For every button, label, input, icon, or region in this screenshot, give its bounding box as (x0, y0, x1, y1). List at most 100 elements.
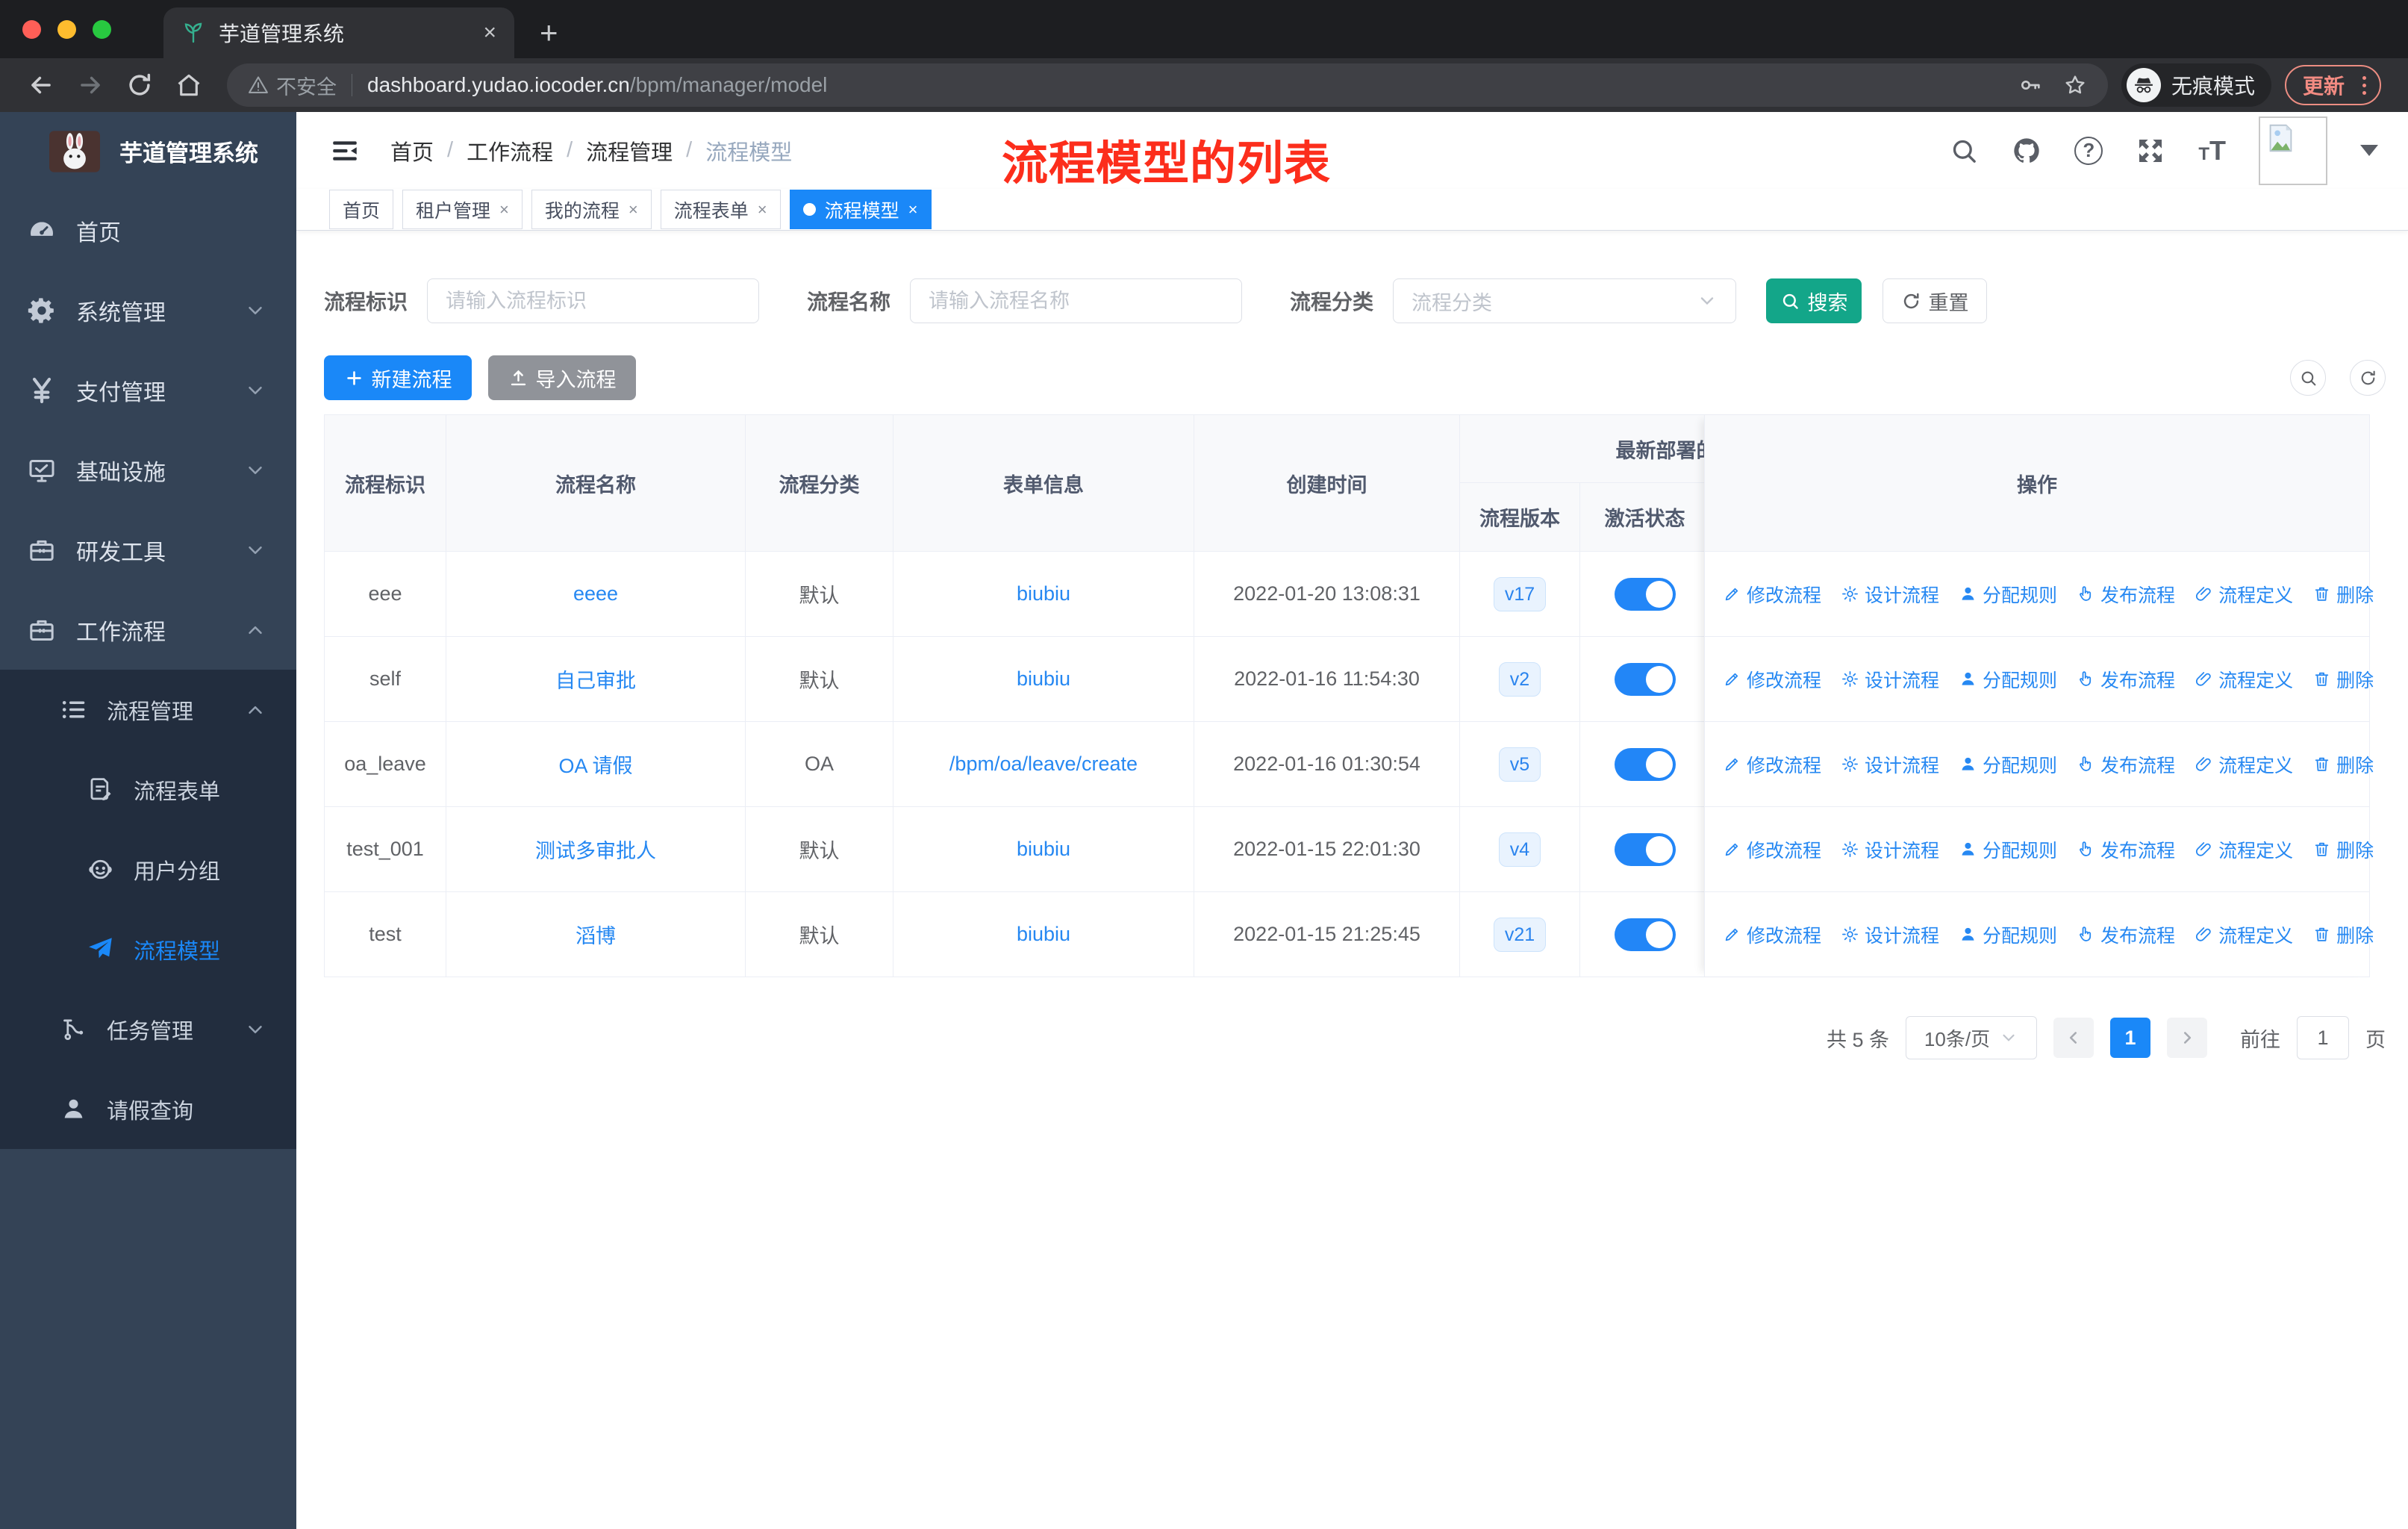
create-process-button[interactable]: 新建流程 (324, 355, 472, 400)
refresh-table-button[interactable] (2350, 360, 2386, 396)
action-修改流程[interactable]: 修改流程 (1723, 666, 1821, 693)
tag-流程表单[interactable]: 流程表单 × (660, 190, 781, 229)
breadcrumb-item[interactable]: 工作流程 (467, 135, 553, 166)
sidebar-item-支付管理[interactable]: 支付管理 (0, 350, 296, 430)
goto-page-input[interactable] (2297, 1016, 2349, 1059)
action-设计流程[interactable]: 设计流程 (1841, 581, 1939, 608)
new-tab-button[interactable]: + (540, 15, 558, 51)
sidebar-item-流程管理[interactable]: 流程管理 (0, 670, 296, 750)
next-page-button[interactable] (2167, 1018, 2207, 1058)
version-badge[interactable]: v5 (1498, 747, 1541, 782)
action-流程定义[interactable]: 流程定义 (2195, 666, 2293, 693)
action-设计流程[interactable]: 设计流程 (1841, 921, 1939, 948)
search-button[interactable]: 搜索 (1766, 278, 1862, 323)
avatar[interactable] (2259, 116, 2327, 185)
action-流程定义[interactable]: 流程定义 (2195, 921, 2293, 948)
action-分配规则[interactable]: 分配规则 (1959, 666, 2057, 693)
action-分配规则[interactable]: 分配规则 (1959, 581, 2057, 608)
action-发布流程[interactable]: 发布流程 (2077, 921, 2175, 948)
cell-version[interactable]: v2 (1460, 637, 1580, 721)
cell-process-name-link[interactable]: eeee (446, 552, 746, 636)
version-badge[interactable]: v4 (1498, 832, 1541, 867)
sidebar-item-任务管理[interactable]: 任务管理 (0, 989, 296, 1069)
cell-form-link[interactable]: biubiu (893, 637, 1194, 721)
forward-icon[interactable] (76, 71, 105, 99)
close-window-button[interactable] (22, 19, 41, 39)
action-删除[interactable]: 删除 (2312, 921, 2374, 948)
update-label[interactable]: 更新 (2303, 70, 2345, 100)
cell-version[interactable]: v21 (1460, 892, 1580, 977)
avatar-caret-down-icon[interactable] (2360, 145, 2378, 156)
page-size-select[interactable]: 10条/页 (1906, 1016, 2037, 1059)
current-page-button[interactable]: 1 (2110, 1018, 2150, 1058)
sidebar-item-首页[interactable]: 首页 (0, 190, 296, 270)
action-分配规则[interactable]: 分配规则 (1959, 751, 2057, 778)
home-icon[interactable] (175, 71, 203, 99)
maximize-window-button[interactable] (93, 19, 111, 39)
cell-process-name-link[interactable]: 测试多审批人 (446, 807, 746, 891)
action-设计流程[interactable]: 设计流程 (1841, 836, 1939, 863)
sidebar-item-系统管理[interactable]: 系统管理 (0, 270, 296, 350)
sidebar-item-请假查询[interactable]: 请假查询 (0, 1069, 296, 1149)
process-name-input[interactable] (910, 278, 1243, 323)
password-key-icon[interactable] (2018, 73, 2042, 97)
version-badge[interactable]: v21 (1493, 917, 1547, 952)
address-bar[interactable]: 不安全 dashboard.yudao.iocoder.cn /bpm/mana… (227, 63, 2108, 107)
process-category-select[interactable]: 流程分类 (1393, 278, 1737, 323)
sidebar-item-研发工具[interactable]: 研发工具 (0, 510, 296, 590)
sidebar-item-工作流程[interactable]: 工作流程 (0, 590, 296, 670)
sidebar-item-基础设施[interactable]: 基础设施 (0, 430, 296, 510)
tag-首页[interactable]: 首页 (329, 190, 394, 229)
action-发布流程[interactable]: 发布流程 (2077, 581, 2175, 608)
tag-我的流程[interactable]: 我的流程 × (531, 190, 652, 229)
action-删除[interactable]: 删除 (2312, 666, 2374, 693)
version-badge[interactable]: v2 (1498, 661, 1541, 697)
security-label[interactable]: 不安全 (276, 71, 337, 100)
sidebar-item-用户分组[interactable]: 用户分组 (0, 829, 296, 909)
cell-form-link[interactable]: biubiu (893, 892, 1194, 977)
active-switch[interactable] (1614, 918, 1676, 951)
reset-button[interactable]: 重置 (1883, 278, 1988, 323)
tag-流程模型[interactable]: 流程模型 × (789, 190, 932, 229)
version-badge[interactable]: v17 (1493, 576, 1547, 611)
back-icon[interactable] (27, 71, 55, 99)
help-icon[interactable]: ? (2074, 136, 2103, 165)
cell-form-link[interactable]: /bpm/oa/leave/create (893, 722, 1194, 806)
cell-form-link[interactable]: biubiu (893, 552, 1194, 636)
close-tag-icon[interactable]: × (758, 200, 767, 219)
active-switch[interactable] (1614, 832, 1676, 866)
prev-page-button[interactable] (2053, 1018, 2094, 1058)
sidebar-item-流程表单[interactable]: 流程表单 (0, 750, 296, 829)
active-switch[interactable] (1614, 662, 1676, 696)
close-tag-icon[interactable]: × (628, 200, 638, 219)
action-流程定义[interactable]: 流程定义 (2195, 836, 2293, 863)
tag-租户管理[interactable]: 租户管理 × (402, 190, 523, 229)
action-删除[interactable]: 删除 (2312, 581, 2374, 608)
browser-tab[interactable]: 芋道管理系统 × (163, 7, 514, 58)
reload-icon[interactable] (125, 71, 154, 99)
browser-update-button[interactable]: 更新 (2284, 65, 2381, 105)
show-search-toggle-button[interactable] (2290, 360, 2326, 396)
font-size-icon[interactable]: TT (2198, 137, 2226, 164)
action-删除[interactable]: 删除 (2312, 751, 2374, 778)
sidebar-collapse-hamburger-icon[interactable] (329, 135, 361, 166)
sidebar-item-流程模型[interactable]: 流程模型 (0, 909, 296, 989)
action-发布流程[interactable]: 发布流程 (2077, 836, 2175, 863)
cell-version[interactable]: v5 (1460, 722, 1580, 806)
breadcrumb-item[interactable]: 首页 (390, 135, 434, 166)
window-controls[interactable] (0, 0, 134, 58)
close-tag-icon[interactable]: × (499, 200, 509, 219)
action-分配规则[interactable]: 分配规则 (1959, 921, 2057, 948)
cell-process-name-link[interactable]: OA 请假 (446, 722, 746, 806)
action-发布流程[interactable]: 发布流程 (2077, 751, 2175, 778)
fullscreen-icon[interactable] (2136, 136, 2165, 166)
action-分配规则[interactable]: 分配规则 (1959, 836, 2057, 863)
cell-version[interactable]: v4 (1460, 807, 1580, 891)
action-修改流程[interactable]: 修改流程 (1723, 581, 1821, 608)
action-修改流程[interactable]: 修改流程 (1723, 921, 1821, 948)
minimize-window-button[interactable] (57, 19, 76, 39)
browser-menu-icon[interactable] (2356, 75, 2372, 95)
active-switch[interactable] (1614, 747, 1676, 781)
active-switch[interactable] (1614, 577, 1676, 611)
cell-process-name-link[interactable]: 滔博 (446, 892, 746, 977)
